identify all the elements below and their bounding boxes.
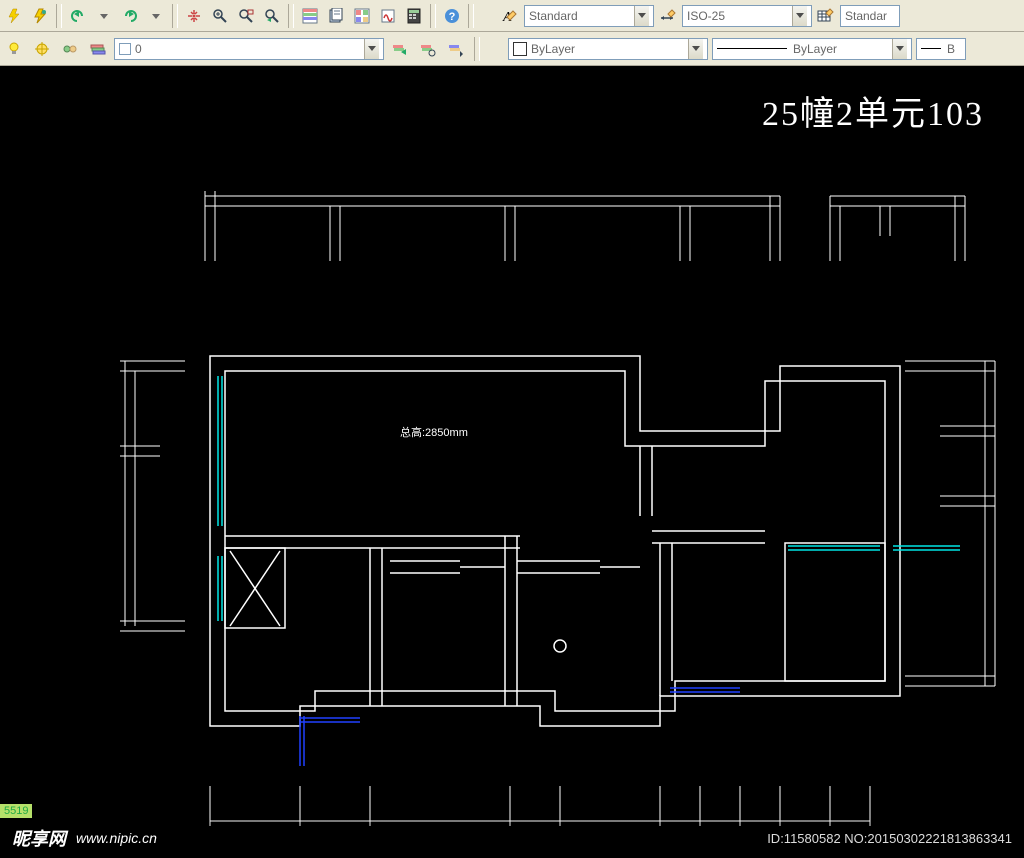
layer-previous-icon[interactable] [388, 37, 412, 61]
table-style-icon[interactable] [814, 4, 838, 28]
layer-match-icon[interactable] [444, 37, 468, 61]
layer-dropdown[interactable]: 0 [114, 38, 384, 60]
svg-text:?: ? [449, 11, 456, 23]
footer-url: www.nipic.cn [76, 830, 157, 846]
pan-icon[interactable] [182, 4, 206, 28]
layer-iso-icon[interactable] [416, 37, 440, 61]
separator [56, 4, 62, 28]
separator [468, 4, 474, 28]
separator [288, 4, 294, 28]
dim-style-label: ISO-25 [687, 9, 725, 23]
linetype-sample [717, 48, 787, 49]
layer-toolbar: 0 ByLayer ByLayer B [0, 32, 1024, 66]
text-style-dropdown[interactable]: Standard [524, 5, 654, 27]
layer-freeze-icon[interactable] [30, 37, 54, 61]
watermark-footer: 昵享网 www.nipic.cn ID:11580582 NO:20150302… [0, 818, 1024, 858]
help-icon[interactable]: ? [440, 4, 464, 28]
tool-palette-icon[interactable] [350, 4, 374, 28]
flash-icon[interactable] [2, 4, 26, 28]
quickcalc-icon[interactable] [402, 4, 426, 28]
color-swatch [513, 42, 527, 56]
dim-style-icon[interactable] [656, 4, 680, 28]
undo-icon[interactable] [66, 4, 90, 28]
table-style-label: Standar [845, 9, 887, 23]
dim-style-dropdown[interactable]: ISO-25 [682, 5, 812, 27]
zoom-in-icon[interactable] [208, 4, 232, 28]
layer-lightbulb-icon[interactable] [2, 37, 26, 61]
redo-icon[interactable] [118, 4, 142, 28]
layer-name-label: 0 [135, 42, 142, 56]
flash2-icon[interactable] [28, 4, 52, 28]
sheet-set-icon[interactable] [324, 4, 348, 28]
zoom-window-icon[interactable] [234, 4, 258, 28]
footer-logo-text: 昵享网 [12, 825, 66, 851]
lineweight-dropdown[interactable]: B [916, 38, 966, 60]
linetype-label: ByLayer [793, 42, 837, 56]
drawing-canvas[interactable]: 25幢2单元103 [0, 66, 1024, 858]
layer-manager-icon[interactable] [86, 37, 110, 61]
text-style-icon[interactable]: A [498, 4, 522, 28]
floor-plan-drawing: 总高:2850mm [0, 66, 1024, 858]
layer-states-icon[interactable] [58, 37, 82, 61]
redo-dd-icon[interactable] [144, 4, 168, 28]
table-style-dropdown[interactable]: Standar [840, 5, 900, 27]
lineweight-label: B [947, 42, 955, 56]
properties-panel-icon[interactable] [298, 4, 322, 28]
color-label: ByLayer [531, 42, 575, 56]
separator [474, 37, 480, 61]
separator [172, 4, 178, 28]
corner-tag: 5519 [0, 804, 32, 818]
footer-meta: ID:11580582 NO:20150302221813863341 [767, 831, 1012, 846]
linetype-dropdown[interactable]: ByLayer [712, 38, 912, 60]
separator [430, 4, 436, 28]
drawing-center-label: 总高:2850mm [400, 425, 468, 439]
markup-icon[interactable] [376, 4, 400, 28]
text-style-label: Standard [529, 9, 578, 23]
layer-visible-checkbox[interactable] [119, 43, 131, 55]
undo-dd-icon[interactable] [92, 4, 116, 28]
zoom-prev-icon[interactable] [260, 4, 284, 28]
main-toolbar: ? A Standard ISO-25 Standar [0, 0, 1024, 32]
color-dropdown[interactable]: ByLayer [508, 38, 708, 60]
lineweight-sample [921, 48, 941, 49]
